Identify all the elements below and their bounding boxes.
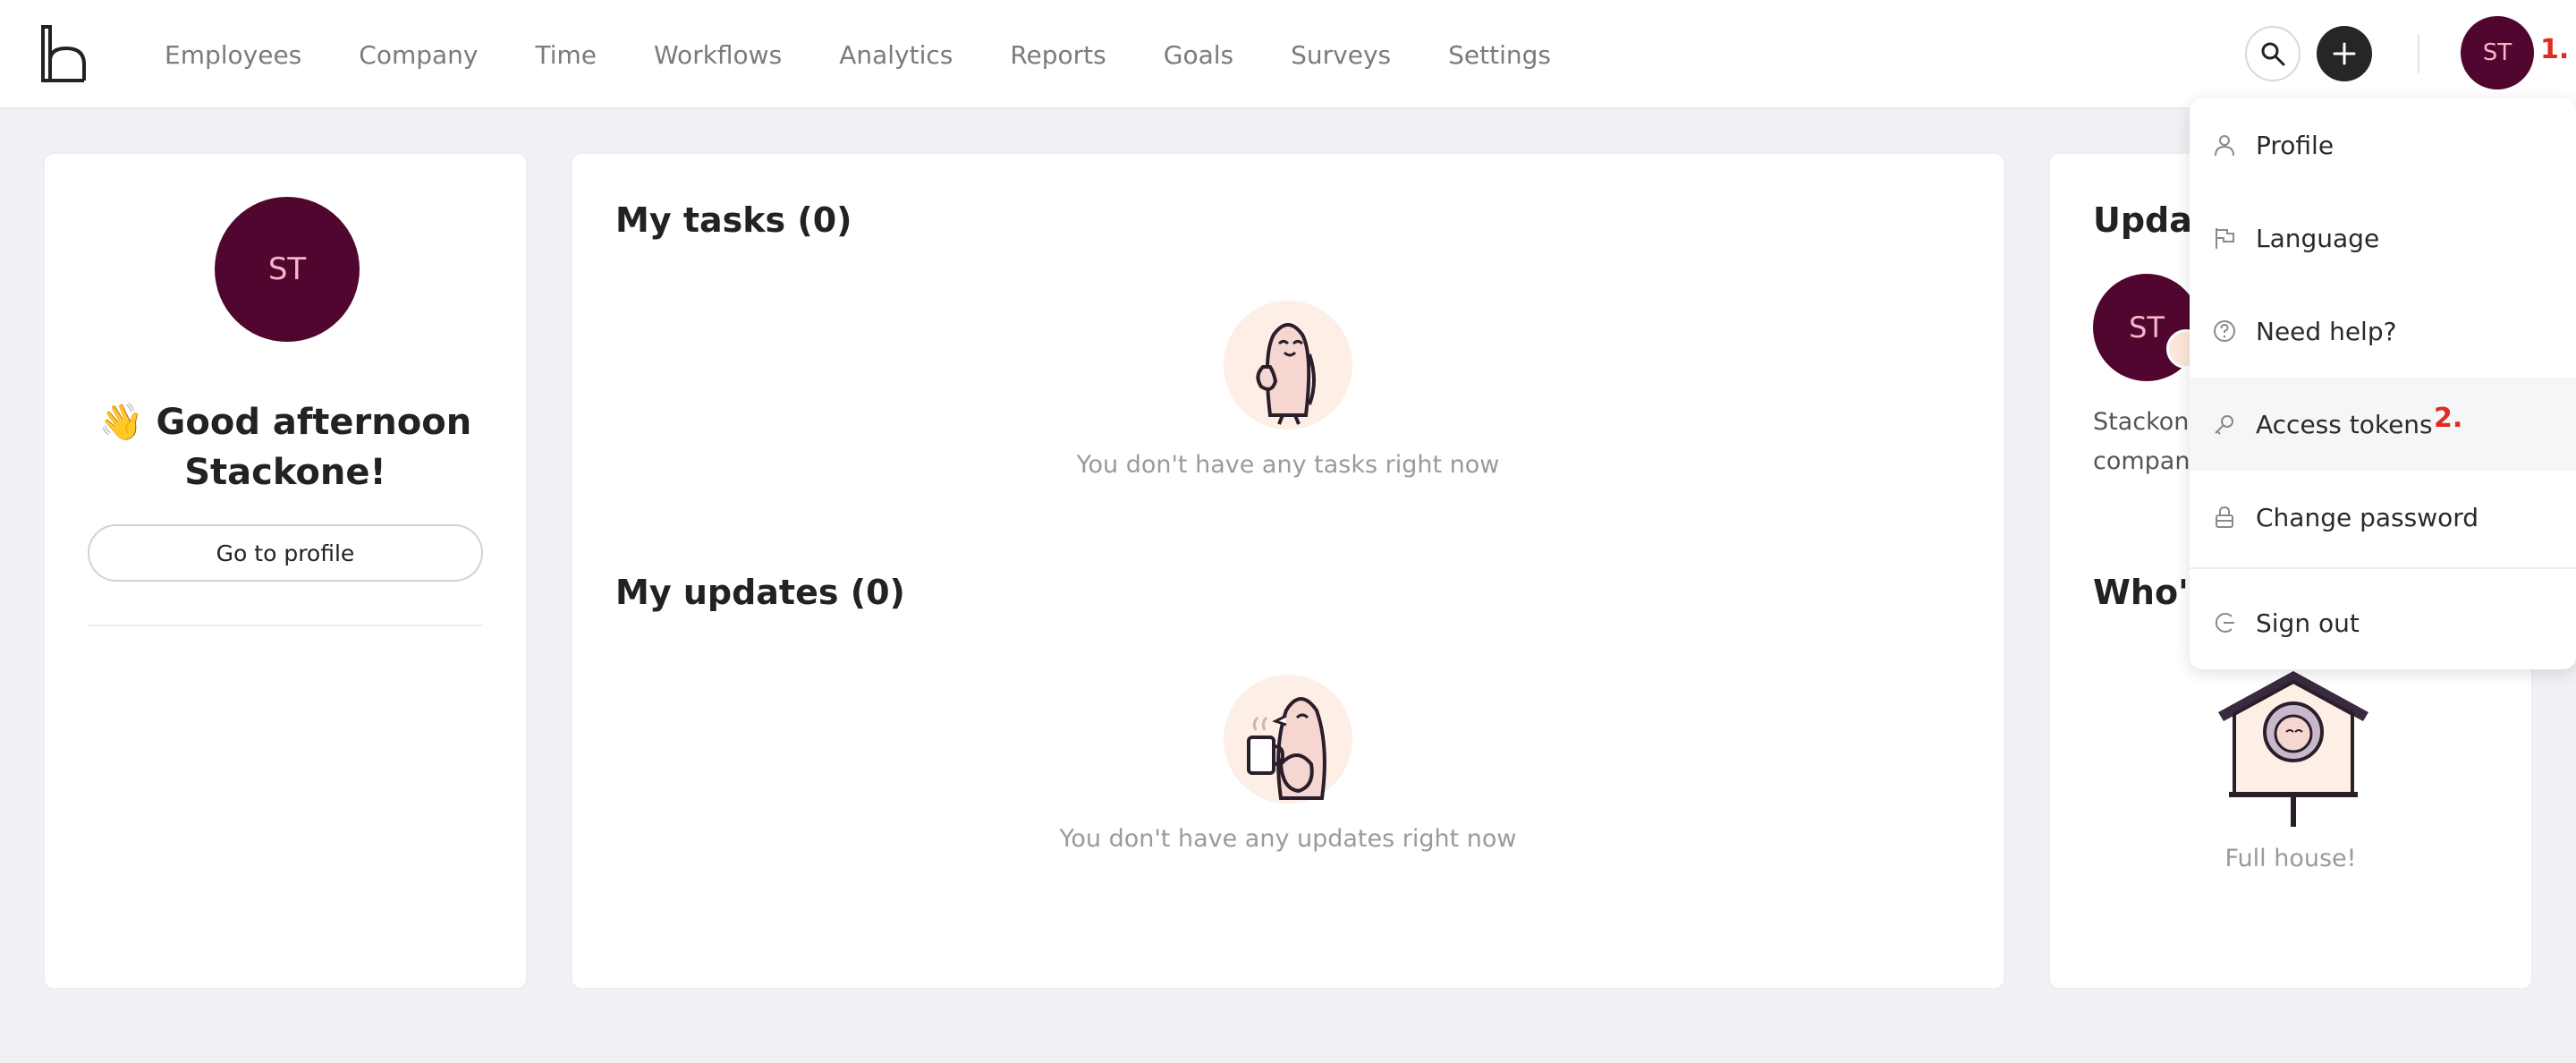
bird-thumbs-up-illustration — [1224, 301, 1352, 429]
nav-reports[interactable]: Reports — [1010, 40, 1106, 70]
top-bar: Employees Company Time Workflows Analyti… — [0, 0, 2576, 109]
menu-item-sign-out[interactable]: Sign out — [2190, 576, 2576, 669]
greeting-text: 👋 Good afternoon Stackone! — [45, 397, 526, 497]
birdhouse-illustration — [2218, 671, 2368, 827]
go-to-profile-button[interactable]: Go to profile — [88, 524, 483, 582]
main-nav: Employees Company Time Workflows Analyti… — [165, 0, 1608, 109]
tasks-empty-message: You don't have any tasks right now — [1076, 451, 1500, 479]
left-card-divider — [88, 625, 483, 626]
menu-label-change-password: Change password — [2256, 502, 2479, 532]
greeting-line: 👋 Good afternoon Stackone! — [98, 402, 472, 493]
bird-coffee-illustration — [1224, 675, 1352, 804]
menu-label-language: Language — [2256, 223, 2380, 253]
menu-item-access-tokens[interactable]: Access tokens — [2190, 378, 2576, 471]
nav-analytics[interactable]: Analytics — [839, 40, 953, 70]
nav-time[interactable]: Time — [535, 40, 597, 70]
nav-surveys[interactable]: Surveys — [1291, 40, 1391, 70]
plus-icon — [2333, 42, 2356, 65]
nav-employees[interactable]: Employees — [165, 40, 301, 70]
tasks-updates-card: My tasks (0) You don't have any tasks ri… — [571, 152, 2005, 990]
profile-avatar: ST — [215, 197, 360, 342]
nav-company[interactable]: Company — [359, 40, 478, 70]
search-icon — [2261, 42, 2285, 66]
company-logo[interactable] — [39, 25, 89, 82]
menu-item-need-help[interactable]: Need help? — [2190, 285, 2576, 378]
user-dropdown-menu: Profile Language Need help? Access token… — [2190, 98, 2576, 669]
menu-label-sign-out: Sign out — [2256, 608, 2360, 638]
updates-empty-message: You don't have any updates right now — [1059, 825, 1517, 853]
full-house-text: Full house! — [2224, 845, 2357, 872]
update-text-line-1: Stackone — [2093, 408, 2205, 436]
annotation-step-1: 1. — [2540, 34, 2570, 65]
search-button[interactable] — [2245, 26, 2301, 81]
key-icon — [2211, 411, 2238, 438]
user-avatar-menu-button[interactable]: ST — [2461, 16, 2534, 89]
menu-label-need-help: Need help? — [2256, 316, 2397, 346]
menu-item-language[interactable]: Language — [2190, 191, 2576, 285]
update-text: Stackone company — [2093, 403, 2204, 481]
my-tasks-title: My tasks (0) — [615, 200, 852, 240]
menu-label-access-tokens: Access tokens — [2256, 409, 2433, 439]
menu-item-change-password[interactable]: Change password — [2190, 471, 2576, 564]
menu-divider — [2190, 567, 2576, 569]
topbar-divider — [2418, 34, 2419, 73]
flag-icon — [2211, 225, 2238, 251]
nav-settings[interactable]: Settings — [1448, 40, 1551, 70]
sign-out-icon — [2211, 609, 2238, 636]
menu-label-profile: Profile — [2256, 130, 2334, 160]
menu-item-profile[interactable]: Profile — [2190, 98, 2576, 191]
help-icon — [2211, 318, 2238, 344]
add-button[interactable] — [2317, 26, 2372, 81]
lock-icon — [2211, 504, 2238, 531]
nav-goals[interactable]: Goals — [1164, 40, 1233, 70]
annotation-step-2: 2. — [2434, 403, 2463, 434]
my-updates-title: My updates (0) — [615, 573, 905, 612]
user-icon — [2211, 132, 2238, 158]
nav-workflows[interactable]: Workflows — [654, 40, 782, 70]
right-card-title: Upda — [2093, 200, 2192, 240]
update-text-line-2: company — [2093, 447, 2205, 475]
greeting-card: ST 👋 Good afternoon Stackone! Go to prof… — [43, 152, 528, 990]
